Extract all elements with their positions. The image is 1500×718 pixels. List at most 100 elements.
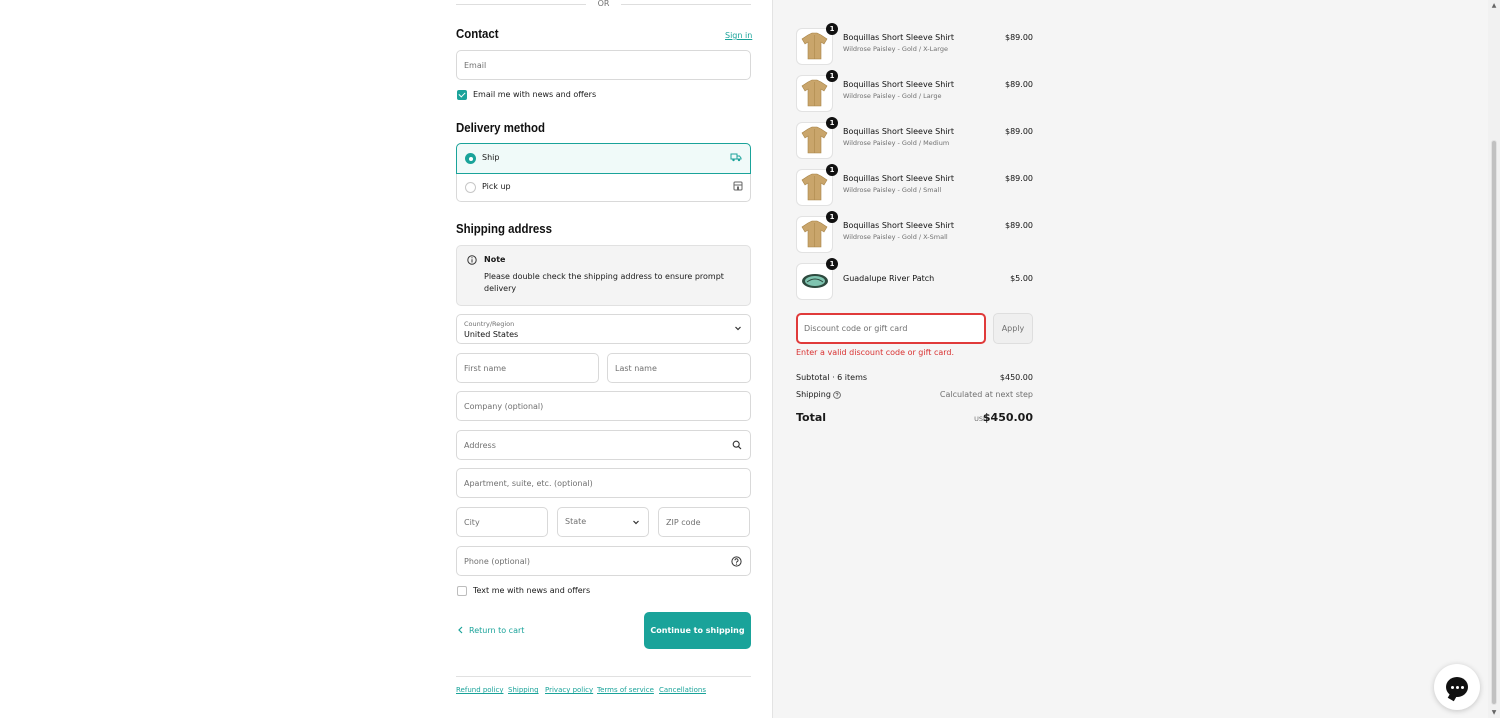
item-name: Boquillas Short Sleeve Shirt xyxy=(843,33,954,42)
email-placeholder: Email xyxy=(464,61,487,70)
country-value: United States xyxy=(464,330,519,339)
order-item: 1 Boquillas Short Sleeve Shirt Wildrose … xyxy=(796,23,1033,66)
quantity-badge: 1 xyxy=(826,117,838,129)
phone-placeholder: Phone (optional) xyxy=(464,557,530,566)
phone-field[interactable]: Phone (optional) xyxy=(456,546,751,576)
chevron-left-icon xyxy=(457,626,464,637)
scrollbar-thumb[interactable] xyxy=(1491,140,1497,705)
order-item: 1 Boquillas Short Sleeve Shirt Wildrose … xyxy=(796,70,1033,113)
city-field[interactable]: City xyxy=(456,507,548,537)
shirt-image xyxy=(801,220,828,248)
address-placeholder: Address xyxy=(464,441,496,450)
shipping-value: Calculated at next step xyxy=(939,390,1033,399)
chat-button[interactable] xyxy=(1434,664,1480,710)
apartment-placeholder: Apartment, suite, etc. (optional) xyxy=(464,479,593,488)
store-icon xyxy=(733,181,743,194)
product-thumbnail: 1 xyxy=(796,117,838,159)
item-price: $5.00 xyxy=(1010,274,1033,283)
last-name-placeholder: Last name xyxy=(615,364,657,373)
quantity-badge: 1 xyxy=(826,70,838,82)
item-name: Boquillas Short Sleeve Shirt xyxy=(843,127,954,136)
scroll-up-arrow[interactable]: ▲ xyxy=(1491,2,1497,9)
email-news-label: Email me with news and offers xyxy=(473,90,597,99)
city-placeholder: City xyxy=(464,518,480,527)
page-scrollbar[interactable]: ▲ ▼ xyxy=(1488,0,1500,718)
text-news-checkbox[interactable] xyxy=(457,586,467,596)
product-thumbnail: 1 xyxy=(796,70,838,112)
help-icon[interactable] xyxy=(833,391,841,401)
shirt-image xyxy=(801,173,828,201)
quantity-badge: 1 xyxy=(826,164,838,176)
first-name-field[interactable]: First name xyxy=(456,353,599,383)
refund-policy-link[interactable]: Refund policy xyxy=(456,686,503,694)
apartment-field[interactable]: Apartment, suite, etc. (optional) xyxy=(456,468,751,498)
chevron-down-icon xyxy=(734,324,742,335)
delivery-option-pickup[interactable]: Pick up xyxy=(457,173,752,203)
pickup-label: Pick up xyxy=(482,182,511,191)
item-variant: Wildrose Paisley - Gold / X-Small xyxy=(843,233,948,241)
shirt-image xyxy=(801,32,828,60)
ship-radio[interactable] xyxy=(465,153,476,164)
shirt-image xyxy=(801,126,828,154)
item-price: $89.00 xyxy=(1005,221,1033,230)
company-field[interactable]: Company (optional) xyxy=(456,391,751,421)
order-item: 1 Boquillas Short Sleeve Shirt Wildrose … xyxy=(796,211,1033,254)
state-select[interactable]: State xyxy=(557,507,649,537)
item-variant: Wildrose Paisley - Gold / Large xyxy=(843,92,942,100)
item-variant: Wildrose Paisley - Gold / X-Large xyxy=(843,45,948,53)
ship-label: Ship xyxy=(482,153,500,162)
order-item: 1 Boquillas Short Sleeve Shirt Wildrose … xyxy=(796,117,1033,160)
item-name: Boquillas Short Sleeve Shirt xyxy=(843,221,954,230)
zip-placeholder: ZIP code xyxy=(666,518,701,527)
return-to-cart-link[interactable]: Return to cart xyxy=(469,626,524,635)
product-thumbnail: 1 xyxy=(796,211,838,253)
apply-button[interactable]: Apply xyxy=(993,313,1033,344)
discount-code-field[interactable]: Discount code or gift card xyxy=(796,313,986,344)
email-field[interactable]: Email xyxy=(456,50,751,80)
terms-of-service-link[interactable]: Terms of service xyxy=(597,686,654,694)
email-news-checkbox[interactable] xyxy=(457,90,467,100)
search-icon xyxy=(732,440,742,453)
subtotal-value: $450.00 xyxy=(999,373,1033,382)
cancellations-link[interactable]: Cancellations xyxy=(659,686,706,694)
item-price: $89.00 xyxy=(1005,33,1033,42)
subtotal-label: Subtotal · 6 items xyxy=(796,373,868,382)
company-placeholder: Company (optional) xyxy=(464,402,544,411)
item-price: $89.00 xyxy=(1005,127,1033,136)
item-name: Boquillas Short Sleeve Shirt xyxy=(843,174,954,183)
help-icon[interactable] xyxy=(731,556,742,570)
or-divider: OR xyxy=(456,0,751,10)
item-price: $89.00 xyxy=(1005,174,1033,183)
item-price: $89.00 xyxy=(1005,80,1033,89)
subtotal-row: Subtotal · 6 items $450.00 xyxy=(796,373,1033,382)
delivery-option-ship[interactable]: Ship xyxy=(456,143,751,174)
product-thumbnail: 1 xyxy=(796,258,838,300)
truck-icon xyxy=(730,151,742,166)
state-placeholder: State xyxy=(565,517,587,526)
note-title: Note xyxy=(484,255,506,264)
shipping-link[interactable]: Shipping xyxy=(508,686,539,694)
quantity-badge: 1 xyxy=(826,258,838,270)
item-variant: Wildrose Paisley - Gold / Small xyxy=(843,186,942,194)
patch-image xyxy=(802,274,828,288)
sign-in-link[interactable]: Sign in xyxy=(725,31,752,40)
shipping-label: Shipping xyxy=(796,390,831,399)
discount-error: Enter a valid discount code or gift card… xyxy=(796,348,955,357)
last-name-field[interactable]: Last name xyxy=(607,353,751,383)
zip-field[interactable]: ZIP code xyxy=(658,507,750,537)
item-variant: Wildrose Paisley - Gold / Medium xyxy=(843,139,950,147)
contact-heading: Contact xyxy=(456,26,499,41)
continue-to-shipping-button[interactable]: Continue to shipping xyxy=(644,612,751,649)
address-field[interactable]: Address xyxy=(456,430,751,460)
quantity-badge: 1 xyxy=(826,23,838,35)
item-name: Guadalupe River Patch xyxy=(843,274,935,283)
item-name: Boquillas Short Sleeve Shirt xyxy=(843,80,954,89)
footer-divider xyxy=(456,676,751,677)
pickup-radio[interactable] xyxy=(465,182,476,193)
divider-line xyxy=(621,4,751,5)
privacy-policy-link[interactable]: Privacy policy xyxy=(545,686,593,694)
order-item: 1 Guadalupe River Patch $5.00 xyxy=(796,258,1033,301)
country-select[interactable]: Country/Region United States xyxy=(456,314,751,344)
scroll-down-arrow[interactable]: ▼ xyxy=(1491,709,1497,716)
total-value: $450.00 xyxy=(982,411,1033,424)
